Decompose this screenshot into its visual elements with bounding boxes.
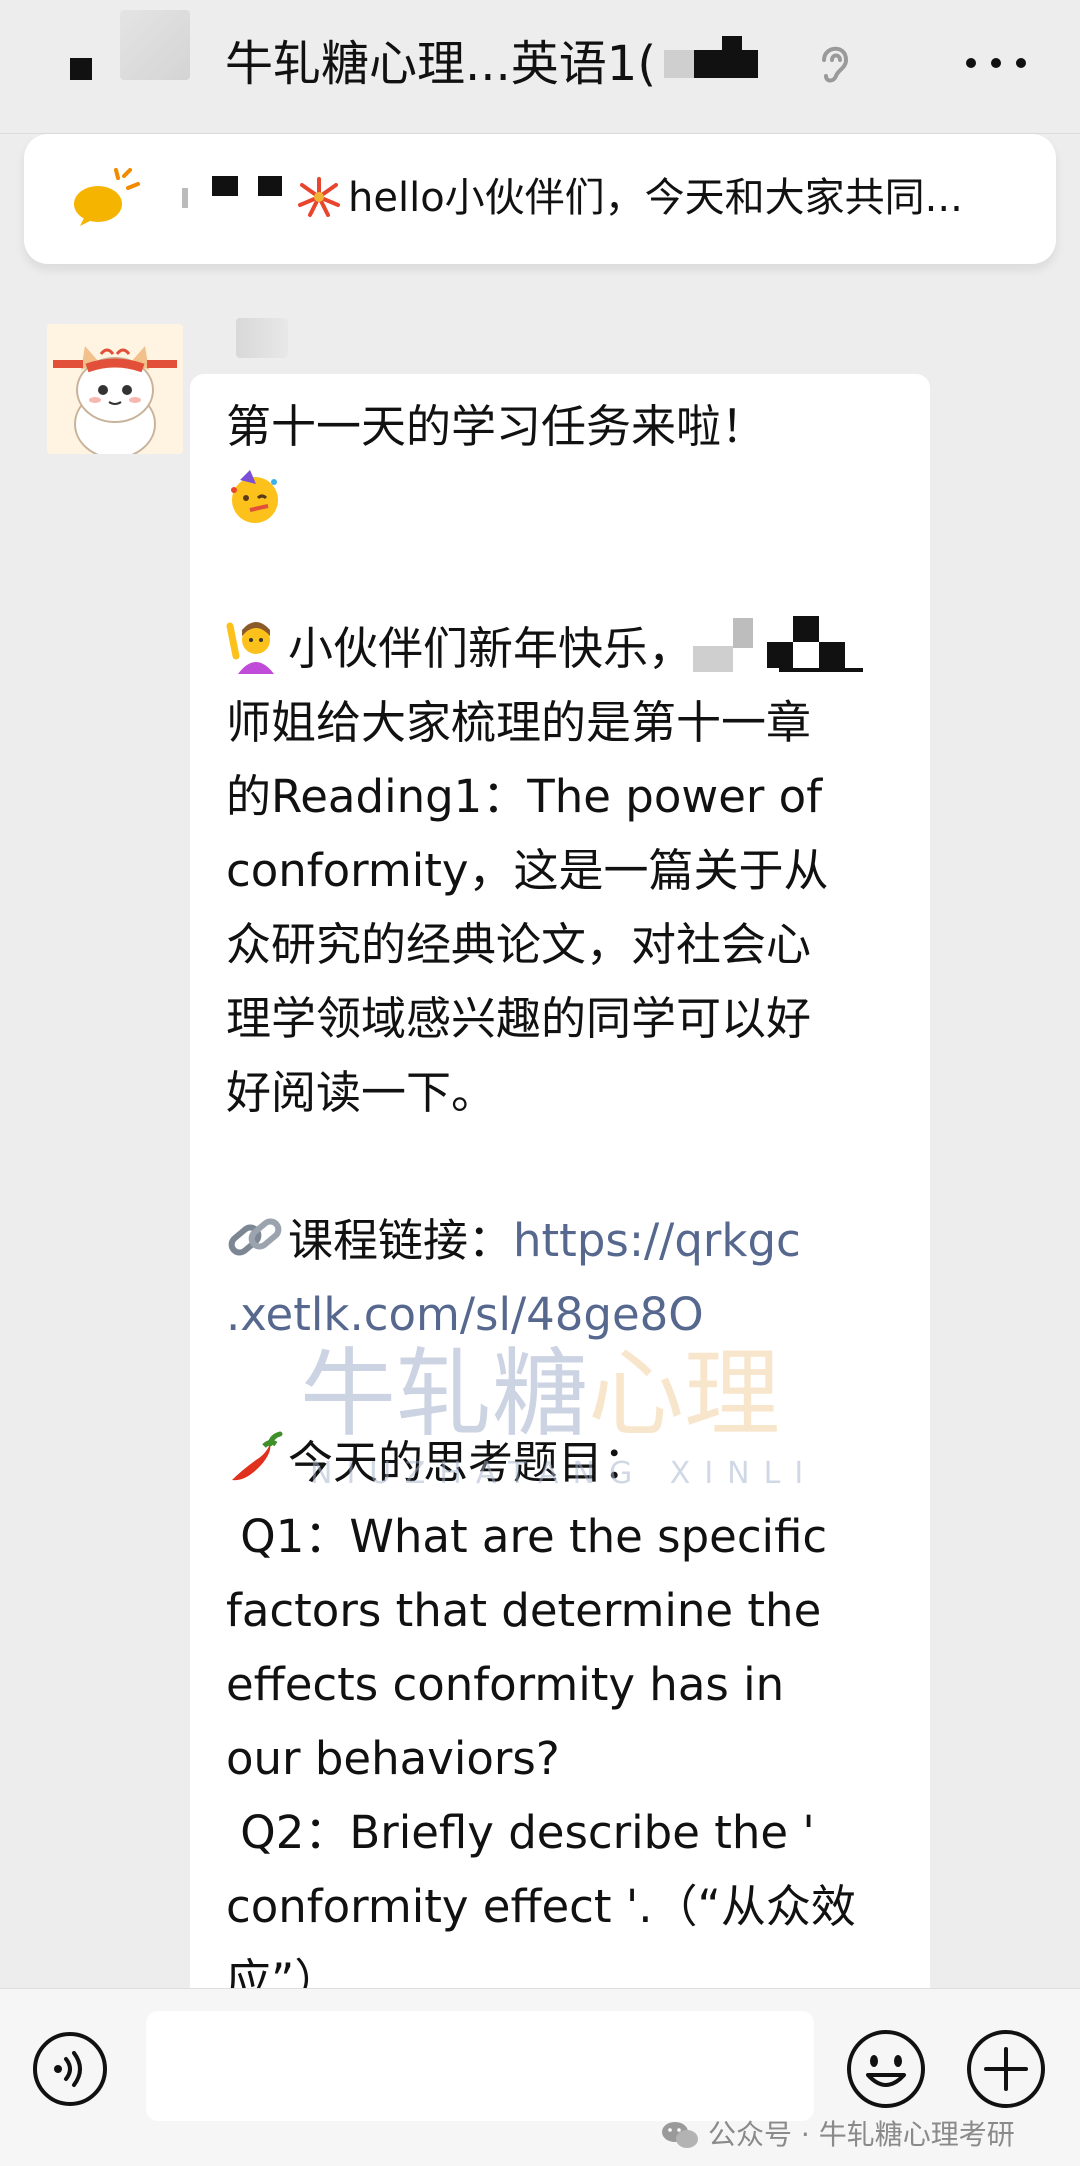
message-line: 小伙伴们新年快乐， bbox=[226, 612, 906, 686]
ear-icon[interactable] bbox=[814, 40, 854, 86]
message-input-bar: 公众号 · 牛轧糖心理考研 bbox=[0, 1988, 1080, 2166]
message-line: 众研究的经典论文，对社会心 bbox=[226, 918, 812, 971]
chat-title: 牛轧糖心理...英语1( bbox=[225, 36, 657, 92]
group-notice-banner[interactable]: hello小伙伴们，今天和大家共同... bbox=[24, 134, 1056, 264]
emoji-picker-icon[interactable] bbox=[846, 2029, 926, 2109]
notice-text: hello小伙伴们，今天和大家共同... bbox=[294, 172, 963, 224]
message-line-emoji bbox=[226, 464, 906, 538]
message-line: 理学领域感兴趣的同学可以好 bbox=[226, 992, 812, 1045]
message-line: conformity effect '.（“从众效 bbox=[226, 1880, 856, 1933]
message-line: Q2：Briefly describe the ' bbox=[226, 1806, 815, 1859]
message-line: 应”） bbox=[226, 1954, 340, 1988]
message-line: effects conformity has in bbox=[226, 1658, 785, 1711]
voice-input-icon[interactable] bbox=[32, 2031, 108, 2107]
sender-name-blurred bbox=[236, 318, 288, 358]
sender-avatar[interactable] bbox=[47, 324, 183, 454]
message-line: 的Reading1：The power of bbox=[226, 770, 823, 823]
wechat-icon bbox=[662, 2122, 698, 2148]
plus-icon[interactable] bbox=[966, 2029, 1046, 2109]
party-face-icon bbox=[231, 470, 278, 523]
course-link[interactable]: https://qrkgc bbox=[513, 1214, 801, 1267]
more-dots-icon[interactable] bbox=[966, 50, 1026, 76]
notice-mosaic-redaction bbox=[178, 176, 288, 216]
message-line: our behaviors? bbox=[226, 1732, 560, 1785]
message-bubble[interactable]: 第十一天的学习任务来啦！ 小伙伴们新年快乐， 师姐给大家梳理的是第十一章 的Re… bbox=[190, 374, 930, 1988]
name-mosaic-redaction bbox=[693, 616, 864, 672]
group-avatar-blurred bbox=[120, 10, 190, 80]
cat-avatar-icon bbox=[47, 324, 183, 454]
chili-pepper-icon bbox=[232, 1431, 283, 1481]
message-line: 今天的思考题目： bbox=[226, 1426, 906, 1500]
message-text: 第十一天的学习任务来啦！ 小伙伴们新年快乐， 师姐给大家梳理的是第十一章 的Re… bbox=[226, 390, 906, 1988]
chat-message-list: 第十一天的学习任务来啦！ 小伙伴们新年快乐， 师姐给大家梳理的是第十一章 的Re… bbox=[0, 264, 1080, 1988]
message-text-input[interactable] bbox=[146, 2011, 814, 2121]
megaphone-icon bbox=[74, 168, 140, 226]
link-icon bbox=[228, 1218, 282, 1256]
message-line: 第十一天的学习任务来啦！ bbox=[226, 400, 767, 453]
message-line: 课程链接：https://qrkgc bbox=[226, 1204, 906, 1278]
message-line: 好阅读一下。 bbox=[226, 1066, 497, 1119]
firework-icon bbox=[298, 177, 340, 217]
chat-header: 牛轧糖心理...英语1( bbox=[0, 0, 1080, 134]
message-line: 师姐给大家梳理的是第十一章 bbox=[226, 696, 812, 749]
message-line: Q1：What are the specific bbox=[226, 1510, 828, 1563]
title-mosaic-redaction bbox=[664, 36, 760, 82]
notice-label: hello小伙伴们，今天和大家共同... bbox=[348, 175, 963, 221]
course-link-continued[interactable]: .xetlk.com/sl/48ge8O bbox=[226, 1278, 906, 1352]
back-button[interactable] bbox=[70, 58, 92, 80]
person-raising-hand-icon bbox=[226, 622, 274, 674]
message-line: factors that determine the bbox=[226, 1584, 822, 1637]
message-line: conformity，这是一篇关于从 bbox=[226, 844, 829, 897]
footer-credit-text: 公众号 · 牛轧糖心理考研 bbox=[708, 2118, 1015, 2151]
footer-credit: 公众号 · 牛轧糖心理考研 bbox=[660, 2117, 1015, 2153]
